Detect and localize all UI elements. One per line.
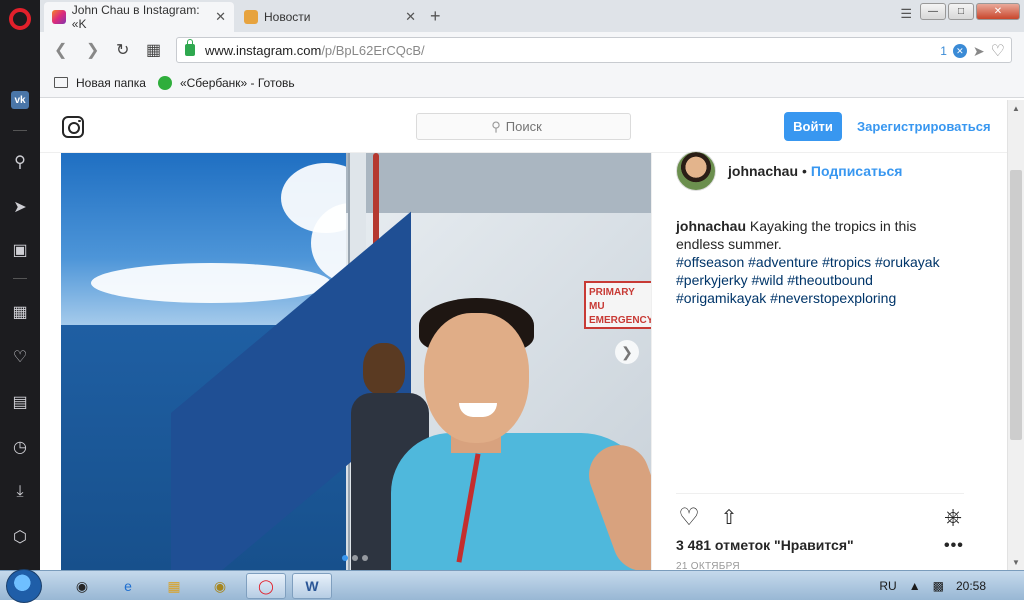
- like-heart-icon[interactable]: ♡: [676, 504, 702, 531]
- search-icon[interactable]: ⚲: [8, 150, 32, 174]
- vk-icon[interactable]: vk: [11, 91, 29, 109]
- word-taskbar-icon[interactable]: W: [292, 573, 332, 599]
- search-icon: ⚲: [491, 118, 501, 134]
- file-explorer-icon[interactable]: ▦: [154, 573, 194, 599]
- speed-dial-icon[interactable]: ▦: [8, 300, 32, 324]
- opera-sidebar: vk ⚲ ➤ ▣ ▦ ♡ ▤ ◷ ⤓ ⬡: [0, 0, 40, 570]
- navigation-bar: ❮ ❯ ↻ ▦ www.instagram.com/p/BpL62ErCQcB/…: [40, 32, 1024, 68]
- bookmarks-bar: Новая папка «Сбербанк» - Готовь: [40, 68, 1024, 98]
- window-controls: — □ ✕: [920, 3, 1020, 20]
- carousel-dots: [342, 555, 368, 561]
- signup-link[interactable]: Зарегистрироваться: [857, 119, 991, 134]
- tab-menu-icon[interactable]: ☰: [900, 6, 912, 22]
- login-button[interactable]: Войти: [784, 112, 842, 141]
- tabs-grid-icon[interactable]: ▦: [146, 40, 161, 60]
- tab-title: John Chau в Instagram: «K: [71, 3, 200, 31]
- address-bar[interactable]: www.instagram.com/p/BpL62ErCQcB/ 1 ✕ ➤ ♡: [176, 37, 1012, 63]
- search-box[interactable]: ⚲: [416, 113, 631, 140]
- lock-icon: [185, 39, 195, 56]
- send-icon[interactable]: ➤: [8, 195, 32, 219]
- carousel-dot[interactable]: [342, 555, 348, 561]
- clock[interactable]: 20:58: [956, 579, 986, 593]
- tab-strip: John Chau в Instagram: «K ✕ Новости ✕ + …: [40, 0, 1024, 32]
- more-options-icon[interactable]: •••: [944, 537, 964, 555]
- close-icon[interactable]: ✕: [405, 9, 416, 25]
- opera-logo-icon[interactable]: [9, 8, 31, 30]
- bookmark-folder[interactable]: Новая папка: [54, 76, 146, 90]
- post-author: johnachau • Подписаться: [676, 151, 903, 191]
- adblock-count: 1: [940, 44, 947, 58]
- tab-news[interactable]: Новости ✕: [236, 2, 424, 32]
- start-button[interactable]: [6, 569, 42, 603]
- bookmark-heart-icon[interactable]: ♡: [991, 41, 1005, 61]
- photo-person-foreground: [381, 293, 651, 570]
- firefox-icon[interactable]: ◉: [62, 573, 102, 599]
- url-text: www.instagram.com/p/BpL62ErCQcB/: [205, 42, 425, 58]
- tab-instagram[interactable]: John Chau в Instagram: «K ✕: [44, 2, 234, 32]
- close-window-button[interactable]: ✕: [976, 3, 1020, 20]
- bookmark-sberbank[interactable]: «Сбербанк» - Готовь: [157, 75, 295, 90]
- caption-username[interactable]: johnachau: [676, 218, 746, 234]
- save-bookmark-icon[interactable]: ⎈: [940, 504, 966, 530]
- instagram-favicon-icon: [52, 10, 66, 24]
- scroll-thumb[interactable]: [1010, 170, 1022, 440]
- adblock-icon[interactable]: ✕: [952, 44, 967, 58]
- news-icon[interactable]: ▤: [8, 390, 32, 414]
- instagram-logo-icon[interactable]: [62, 116, 84, 138]
- send-icon[interactable]: ➤: [973, 43, 985, 60]
- extensions-cube-icon[interactable]: ⬡: [8, 525, 32, 549]
- bookmark-label: Новая папка: [76, 75, 146, 90]
- language-indicator[interactable]: RU: [879, 579, 896, 593]
- post-caption: johnachau Kayaking the tropics in this e…: [676, 217, 966, 307]
- follow-separator: •: [802, 163, 807, 179]
- maximize-button[interactable]: □: [948, 3, 974, 20]
- minimize-button[interactable]: —: [920, 3, 946, 20]
- news-favicon-icon: [244, 10, 258, 24]
- page-scrollbar[interactable]: ▲ ▼: [1007, 100, 1024, 570]
- close-icon[interactable]: ✕: [215, 9, 226, 25]
- system-tray: RU ▲ ▩ 20:58: [879, 571, 1024, 601]
- scroll-up-arrow-icon[interactable]: ▲: [1008, 100, 1024, 116]
- carousel-dot[interactable]: [352, 555, 358, 561]
- scroll-down-arrow-icon[interactable]: ▼: [1008, 554, 1024, 570]
- instagram-header: ⚲ Войти Зарегистрироваться: [40, 100, 1007, 153]
- bookmark-label: «Сбербанк» - Готовь: [179, 75, 295, 90]
- sidebar-divider: [13, 278, 27, 279]
- tray-arrow-icon[interactable]: ▲: [909, 579, 921, 593]
- heart-icon[interactable]: ♡: [8, 345, 32, 369]
- photo-person-face: [424, 313, 529, 443]
- sberbank-icon: [157, 75, 172, 90]
- follow-button[interactable]: Подписаться: [811, 163, 903, 179]
- post-details-panel: johnachau • Подписаться johnachau Kayaki…: [651, 151, 986, 572]
- search-input[interactable]: [505, 119, 556, 134]
- carousel-dot[interactable]: [362, 555, 368, 561]
- back-arrow-icon[interactable]: ❮: [54, 40, 67, 60]
- downloads-icon[interactable]: ⤓: [8, 480, 32, 504]
- post-photo[interactable]: PRIMARY MU EMERGENCY ❯: [61, 153, 651, 570]
- caption-hashtags[interactable]: #offseason #adventure #tropics #orukayak…: [676, 254, 940, 306]
- taskbar: ◉ e ▦ ◉ ◯ W RU ▲ ▩ 20:58: [0, 569, 1024, 603]
- internet-explorer-icon[interactable]: e: [108, 573, 148, 599]
- address-bar-actions: 1 ✕ ➤ ♡: [940, 41, 1005, 61]
- likes-count[interactable]: 3 481 отметок "Нравится": [676, 537, 854, 553]
- share-icon[interactable]: ⇧: [716, 504, 742, 530]
- forward-arrow-icon[interactable]: ❯: [86, 40, 99, 60]
- new-tab-plus-icon[interactable]: +: [430, 6, 441, 27]
- author-username[interactable]: johnachau: [728, 163, 798, 179]
- post-actions: ♡ ⇧ ⎈: [676, 493, 964, 533]
- photo-cloud: [91, 263, 331, 303]
- opera-taskbar-icon[interactable]: ◯: [246, 573, 286, 599]
- network-icon[interactable]: ▩: [933, 579, 944, 593]
- camera-icon[interactable]: ▣: [8, 238, 32, 262]
- photo-ship-ceiling: [346, 153, 651, 213]
- avatar[interactable]: [676, 151, 716, 191]
- media-player-icon[interactable]: ◉: [200, 573, 240, 599]
- reload-icon[interactable]: ↻: [116, 40, 129, 60]
- folder-icon: [54, 77, 68, 88]
- carousel-next-arrow-icon[interactable]: ❯: [615, 340, 639, 364]
- sidebar-divider: [13, 130, 27, 131]
- tab-title: Новости: [264, 10, 311, 24]
- history-clock-icon[interactable]: ◷: [8, 435, 32, 459]
